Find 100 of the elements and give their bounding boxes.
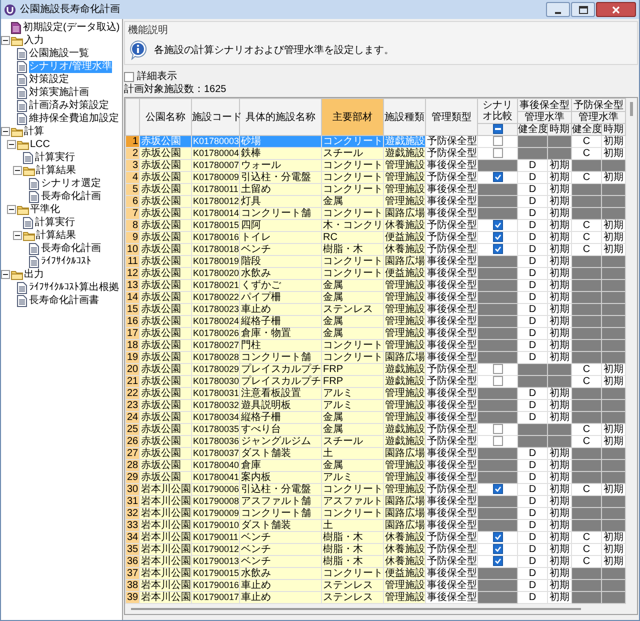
table-cell: アルミ [322,400,384,412]
row-number[interactable]: 28 [126,460,140,472]
compare-all-checkbox[interactable] [492,124,502,134]
row-number[interactable]: 31 [126,496,140,508]
row-number[interactable]: 29 [126,472,140,484]
row-number[interactable]: 15 [126,304,140,316]
row-number[interactable]: 18 [126,340,140,352]
row-number[interactable]: 9 [126,232,140,244]
column-header[interactable]: 管理類型 [426,98,478,136]
close-button[interactable] [596,2,636,17]
compare-checkbox[interactable] [492,364,502,374]
row-number[interactable]: 10 [126,244,140,256]
column-header[interactable]: 公園名称 [140,98,192,136]
row-number[interactable]: 37 [126,568,140,580]
row-number[interactable]: 7 [126,208,140,220]
column-header[interactable]: 施設コード [192,98,240,136]
tree-item[interactable]: 計算結果 [36,164,76,176]
row-number[interactable]: 34 [126,532,140,544]
row-number[interactable]: 8 [126,220,140,232]
tree-item[interactable]: 計算 [24,126,44,138]
row-number[interactable]: 32 [126,508,140,520]
compare-checkbox[interactable] [492,232,502,242]
tree-item[interactable]: 計画済み対策設定 [29,100,109,112]
row-number[interactable]: 6 [126,196,140,208]
tree-item[interactable]: LCC [30,138,50,150]
tree-item[interactable]: 公園施設一覧 [29,48,89,60]
column-header[interactable]: 主要部材 [322,98,384,136]
tree-item[interactable]: 維持保全費追加設定 [29,112,119,124]
compare-checkbox[interactable] [492,136,502,146]
group-header: 事後保全型 [518,98,572,112]
row-number[interactable]: 1 [126,136,140,148]
row-number[interactable]: 39 [126,592,140,604]
row-number[interactable]: 3 [126,160,140,172]
compare-checkbox[interactable] [492,148,502,158]
collapse-toggle[interactable] [1,127,10,136]
collapse-toggle[interactable] [7,140,16,149]
row-number[interactable]: 12 [126,268,140,280]
table-cell: 赤坂公園 [140,160,192,172]
row-number[interactable]: 35 [126,544,140,556]
row-number[interactable]: 33 [126,520,140,532]
row-number[interactable]: 23 [126,400,140,412]
row-number[interactable]: 22 [126,388,140,400]
collapse-toggle[interactable] [7,205,16,214]
tree-item[interactable]: 出力 [24,268,44,280]
tree-item[interactable]: ﾗｲﾌｻｲｸﾙｺｽﾄ [41,256,91,268]
row-number[interactable]: 36 [126,556,140,568]
collapse-toggle[interactable] [1,36,10,45]
row-number[interactable]: 13 [126,280,140,292]
column-header[interactable]: 施設種類 [384,98,426,136]
row-number[interactable]: 38 [126,580,140,592]
table-cell: コンクリート舗 [240,208,322,220]
tree-item[interactable]: 対策設定 [29,74,69,86]
tree-item[interactable]: 対策実施計画 [29,86,89,98]
row-number[interactable]: 30 [126,484,140,496]
row-number[interactable]: 27 [126,448,140,460]
compare-checkbox[interactable] [492,424,502,434]
collapse-toggle[interactable] [13,231,22,240]
table-cell: コンクリート [322,160,384,172]
tree-item[interactable]: 計算実行 [35,152,75,164]
row-number[interactable]: 4 [126,172,140,184]
column-header[interactable]: 具体的施設名称 [240,98,322,136]
row-number[interactable]: 20 [126,364,140,376]
tree-item[interactable]: ﾗｲﾌｻｲｸﾙｺｽﾄ算出根拠 [29,282,119,294]
tree-item[interactable]: 長寿命化計画 [41,242,101,254]
maximize-button[interactable] [571,2,595,17]
column-header[interactable]: シナリオ比較 [478,98,518,124]
compare-checkbox[interactable] [492,532,502,542]
tree-item[interactable]: 平準化 [30,204,60,216]
row-number[interactable]: 25 [126,424,140,436]
compare-checkbox[interactable] [492,544,502,554]
table-cell: 管理施設 [384,328,426,340]
tree-item[interactable]: 計算結果 [36,230,76,242]
tree-item[interactable]: シナリオ選定 [41,178,101,190]
compare-checkbox[interactable] [492,556,502,566]
compare-checkbox[interactable] [492,376,502,386]
row-number[interactable]: 21 [126,376,140,388]
row-number[interactable]: 11 [126,256,140,268]
row-number[interactable]: 24 [126,412,140,424]
row-number[interactable]: 26 [126,436,140,448]
compare-checkbox[interactable] [492,484,502,494]
compare-checkbox[interactable] [492,172,502,182]
table-cell: 赤坂公園 [140,364,192,376]
tree-item[interactable]: 長寿命化計画書 [29,294,99,306]
collapse-toggle[interactable] [13,166,22,175]
tree-item[interactable]: 長寿命化計画 [41,190,101,202]
compare-checkbox[interactable] [492,244,502,254]
row-number[interactable]: 14 [126,292,140,304]
row-number[interactable]: 2 [126,148,140,160]
row-number[interactable]: 19 [126,352,140,364]
tree-item[interactable]: 計算実行 [35,216,75,228]
compare-checkbox[interactable] [492,220,502,230]
row-number[interactable]: 17 [126,328,140,340]
minimize-button[interactable] [546,2,570,17]
row-number[interactable]: 16 [126,316,140,328]
row-number[interactable]: 5 [126,184,140,196]
tree-item[interactable]: 初期設定(データ取込) [23,22,120,34]
compare-checkbox[interactable] [492,436,502,446]
collapse-toggle[interactable] [1,270,10,279]
detail-checkbox[interactable]: 詳細表示 [124,69,177,84]
tree-item[interactable]: 入力 [24,34,44,46]
